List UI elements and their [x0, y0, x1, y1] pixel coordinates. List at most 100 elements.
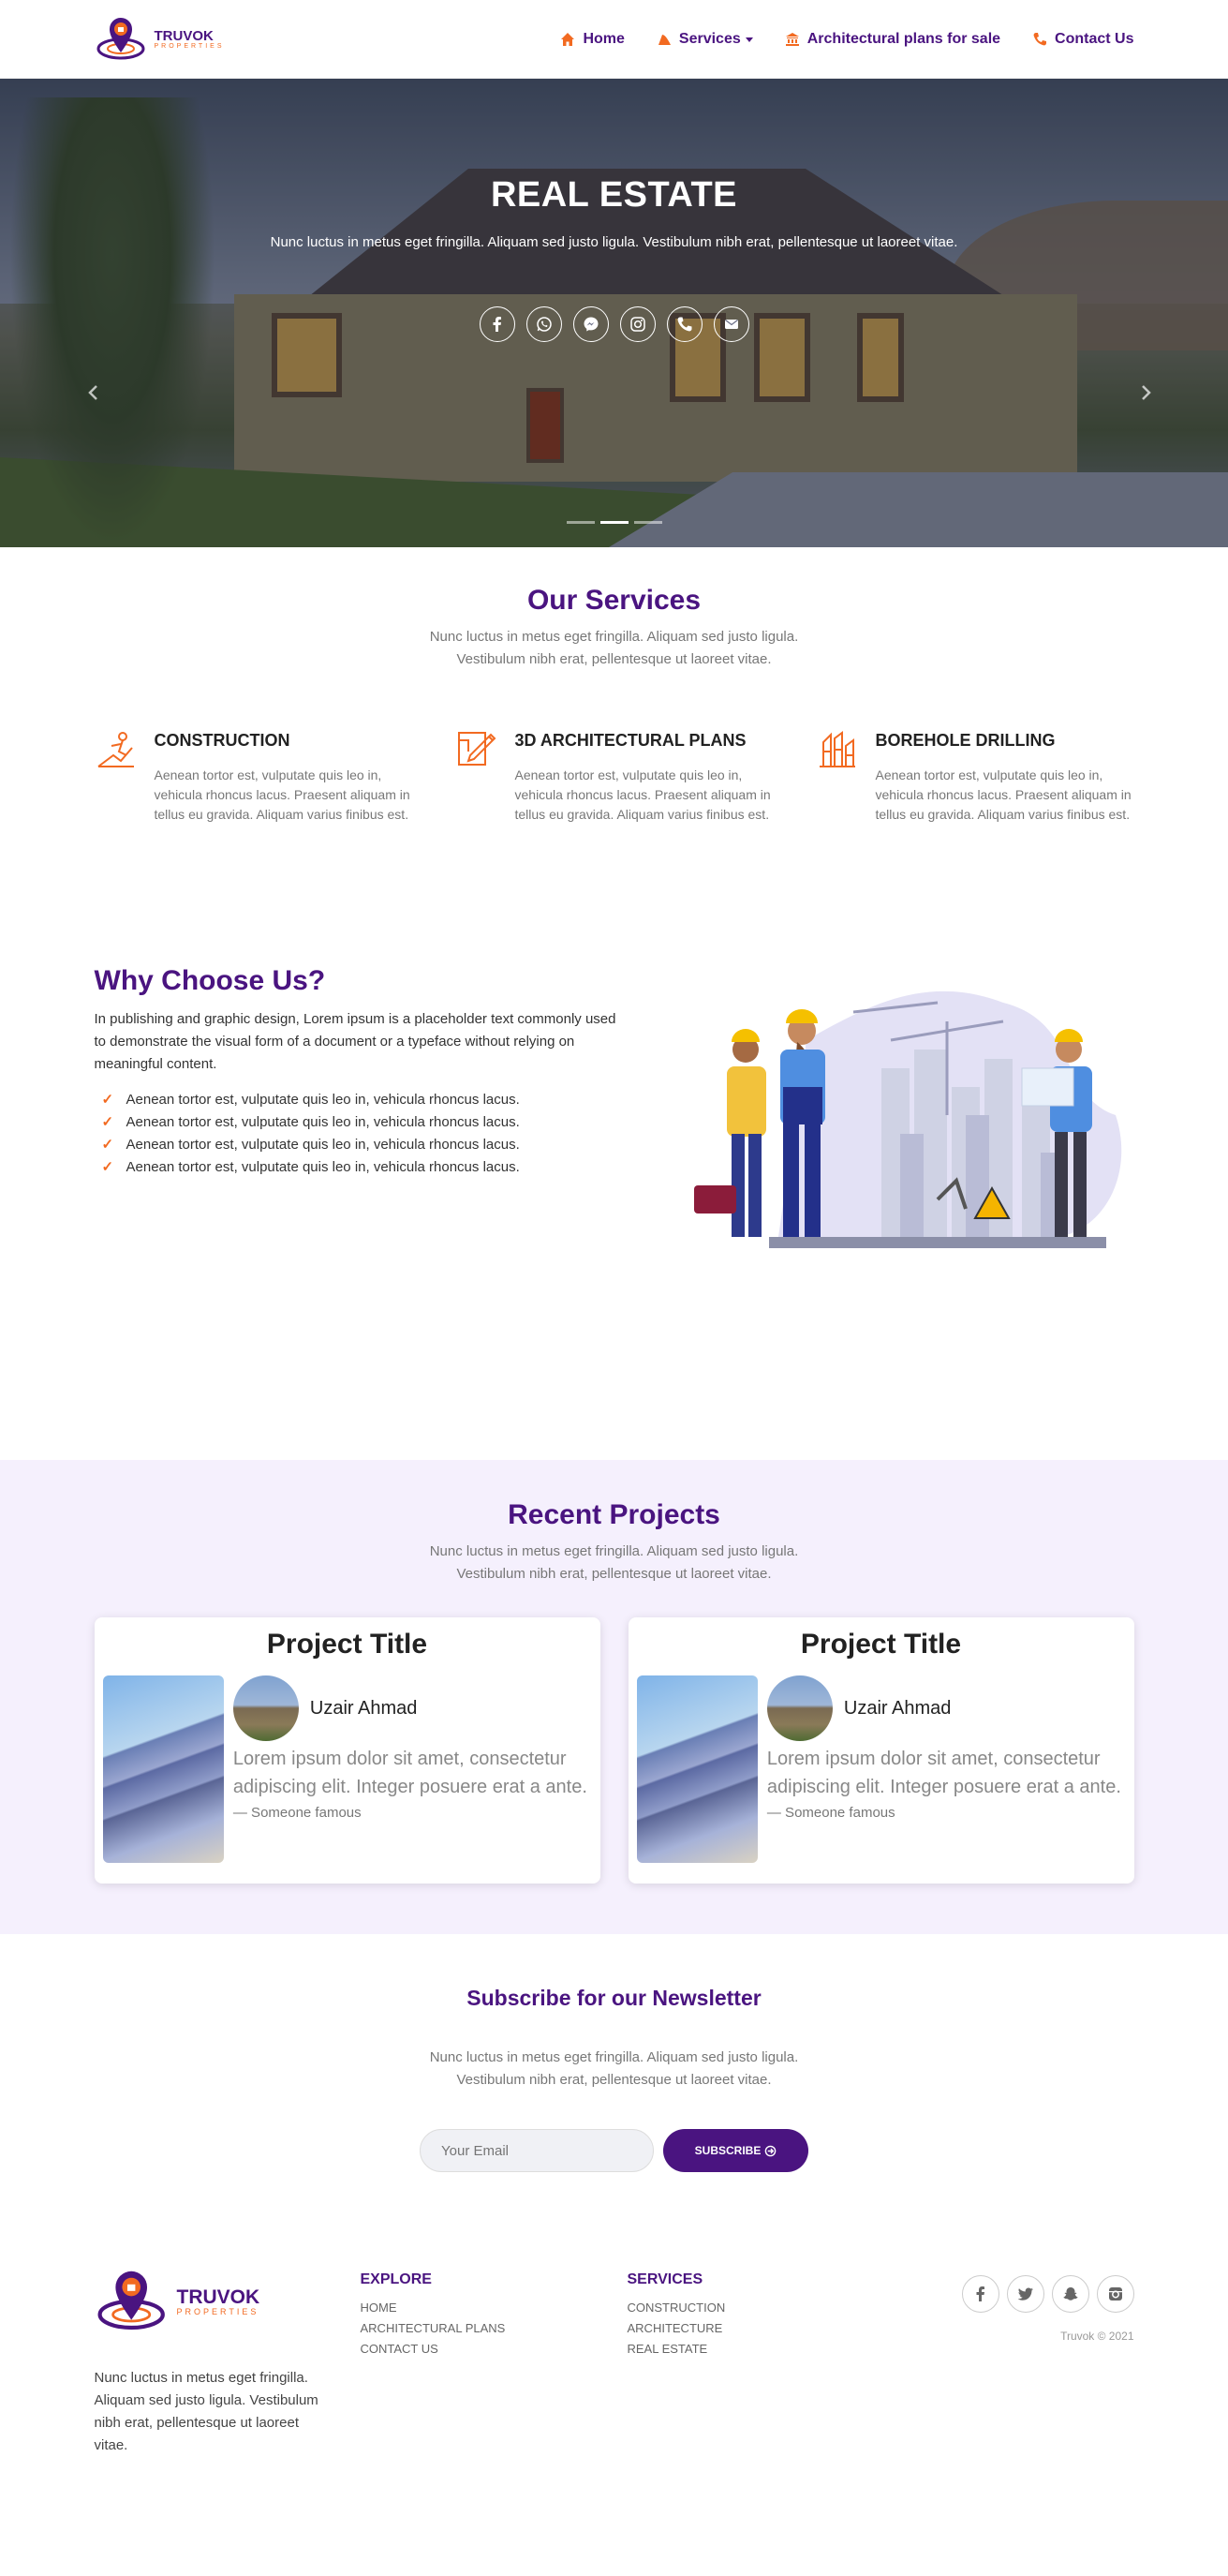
carousel-indicator-3[interactable] [633, 521, 662, 524]
whatsapp-icon [536, 317, 552, 332]
footer-social: Truvok © 2021 [895, 2262, 1134, 2457]
author-name: Uzair Ahmad [309, 1697, 418, 1719]
twitter-icon [1017, 2287, 1033, 2301]
list-item-text: Aenean tortor est, vulputate quis leo in… [126, 1159, 520, 1175]
check-icon: ✓ [101, 1114, 114, 1130]
footer-twitter-link[interactable] [1006, 2275, 1044, 2313]
why-text: In publishing and graphic design, Lorem … [94, 1011, 616, 1072]
project-author: Uzair Ahmad [232, 1675, 592, 1741]
nav-plans[interactable]: Architectural plans for sale [785, 31, 1000, 48]
nav-services[interactable]: Services [657, 31, 753, 48]
carousel-indicators [0, 521, 1228, 524]
services-subtitle-line-1: Nunc luctus in metus eget fringilla. Ali… [429, 629, 799, 645]
logo-pin-icon [97, 2271, 165, 2330]
project-card[interactable]: Project Title Uzair Ahmad Lorem ipsum do… [628, 1617, 1134, 1884]
email-link[interactable] [713, 306, 749, 342]
crane-worker-icon [96, 732, 134, 767]
carousel-indicator-1[interactable] [566, 521, 595, 524]
recent-projects-section: Recent Projects Nunc luctus in metus ege… [0, 1460, 1228, 1934]
list-item: ✓ Aenean tortor est, vulputate quis leo i… [95, 1089, 619, 1111]
list-item: ✓ Aenean tortor est, vulputate quis leo i… [95, 1134, 619, 1156]
brand-tagline: PROPERTIES [176, 2306, 259, 2316]
messenger-link[interactable] [572, 306, 609, 342]
instagram-icon [1108, 2287, 1122, 2301]
snapchat-icon [1063, 2287, 1077, 2301]
carousel-prev-icon[interactable] [84, 383, 103, 402]
check-icon: ✓ [101, 1137, 114, 1153]
facebook-icon [976, 2286, 984, 2301]
instagram-link[interactable] [619, 306, 656, 342]
footer-link-home[interactable]: HOME [361, 2298, 628, 2318]
project-card-body: Uzair Ahmad Lorem ipsum dolor sit amet, … [102, 1675, 592, 1863]
hero-caption: REAL ESTATE Nunc luctus in metus eget fr… [0, 175, 1228, 342]
services-subtitle: Nunc luctus in metus eget fringilla. Ali… [95, 626, 1134, 671]
footer-link-architecture[interactable]: ARCHITECTURE [628, 2318, 895, 2339]
newsletter-title: Subscribe for our Newsletter [466, 1986, 762, 2010]
newsletter-section: Subscribe for our Newsletter Nunc luctus… [0, 1934, 1228, 2232]
phone-link[interactable] [666, 306, 703, 342]
project-card[interactable]: Project Title Uzair Ahmad Lorem ipsum do… [94, 1617, 600, 1884]
projects-subtitle-line-2: Vestibulum nibh erat, pellentesque ut la… [456, 1566, 772, 1582]
footer-services-links: CONSTRUCTION ARCHITECTURE REAL ESTATE [628, 2298, 895, 2360]
project-details: Uzair Ahmad Lorem ipsum dolor sit amet, … [766, 1675, 1126, 1863]
copyright: Truvok © 2021 [1060, 2330, 1134, 2343]
project-quote: Lorem ipsum dolor sit amet, consectetur … [232, 1749, 587, 1797]
project-title: Project Title [266, 1629, 428, 1660]
project-image [636, 1675, 758, 1863]
project-card-body: Uzair Ahmad Lorem ipsum dolor sit amet, … [636, 1675, 1126, 1863]
hero-title: REAL ESTATE [490, 175, 738, 215]
footer-facebook-link[interactable] [961, 2275, 999, 2313]
mail-icon [724, 320, 738, 329]
check-icon: ✓ [101, 1092, 114, 1108]
brand-name: TRUVOK [154, 28, 214, 44]
services-subtitle-line-2: Vestibulum nibh erat, pellentesque ut la… [456, 651, 772, 667]
subscribe-button[interactable]: SUBSCRIBE [663, 2129, 808, 2172]
avatar [232, 1675, 299, 1741]
main-menu: Home Services Architectural plans for sa… [560, 31, 1134, 48]
services-section: Our Services Nunc luctus in metus eget f… [0, 547, 1228, 922]
why-title: Why Choose Us? [94, 965, 326, 996]
footer-link-construction[interactable]: CONSTRUCTION [628, 2298, 895, 2318]
footer-services-title: SERVICES [627, 2271, 703, 2287]
carousel-next-icon[interactable] [1136, 383, 1155, 402]
service-item-borehole: BOREHOLE DRILLING Aenean tortor est, vul… [816, 727, 1134, 825]
services-title: Our Services [526, 585, 702, 616]
footer-instagram-link[interactable] [1096, 2275, 1134, 2313]
list-item-text: Aenean tortor est, vulputate quis leo in… [126, 1092, 520, 1108]
blueprint-pencil-icon [457, 732, 496, 766]
footer-explore: EXPLORE HOME ARCHITECTURAL PLANS CONTACT… [361, 2262, 628, 2457]
footer-explore-title: EXPLORE [360, 2271, 432, 2287]
nav-home[interactable]: Home [560, 31, 625, 48]
avatar [766, 1675, 833, 1741]
list-item: ✓ Aenean tortor est, vulputate quis leo i… [95, 1156, 619, 1179]
footer-link-contact-us[interactable]: CONTACT US [361, 2339, 628, 2360]
email-field[interactable] [420, 2129, 654, 2172]
footer-snapchat-link[interactable] [1051, 2275, 1089, 2313]
brand-logo[interactable]: TRUVOK PROPERTIES [95, 11, 225, 67]
project-cite: — Someone famous [232, 1805, 362, 1821]
nav-contact[interactable]: Contact Us [1032, 31, 1134, 48]
footer-services: SERVICES CONSTRUCTION ARCHITECTURE REAL … [628, 2262, 895, 2457]
brand-name: TRUVOK [176, 2286, 260, 2308]
hero-text: Nunc luctus in metus eget fringilla. Ali… [270, 234, 958, 250]
nav-services-label: Services [678, 31, 741, 47]
footer-link-real-estate[interactable]: REAL ESTATE [628, 2339, 895, 2360]
project-image [102, 1675, 224, 1863]
footer-link-architectural-plans[interactable]: ARCHITECTURAL PLANS [361, 2318, 628, 2339]
whatsapp-link[interactable] [525, 306, 562, 342]
service-title: BOREHOLE DRILLING [875, 731, 1056, 750]
facebook-link[interactable] [479, 306, 515, 342]
footer-explore-links: HOME ARCHITECTURAL PLANS CONTACT US [361, 2298, 628, 2360]
carousel-indicator-2[interactable] [599, 521, 629, 524]
project-cards: Project Title Uzair Ahmad Lorem ipsum do… [94, 1617, 1134, 1884]
hero-social-links [0, 306, 1228, 342]
services-list: CONSTRUCTION Aenean tortor est, vulputat… [95, 727, 1134, 825]
project-title: Project Title [800, 1629, 962, 1660]
service-item-3d-plans: 3D ARCHITECTURAL PLANS Aenean tortor est… [455, 727, 774, 825]
service-text: Aenean tortor est, vulputate quis leo in… [154, 767, 410, 822]
footer-logo[interactable]: TRUVOK PROPERTIES [95, 2262, 361, 2341]
project-details: Uzair Ahmad Lorem ipsum dolor sit amet, … [232, 1675, 592, 1863]
chevron-down-icon [745, 37, 753, 42]
phone-icon [1033, 33, 1047, 46]
newsletter-subtitle-line-1: Nunc luctus in metus eget fringilla. Ali… [429, 2049, 799, 2065]
